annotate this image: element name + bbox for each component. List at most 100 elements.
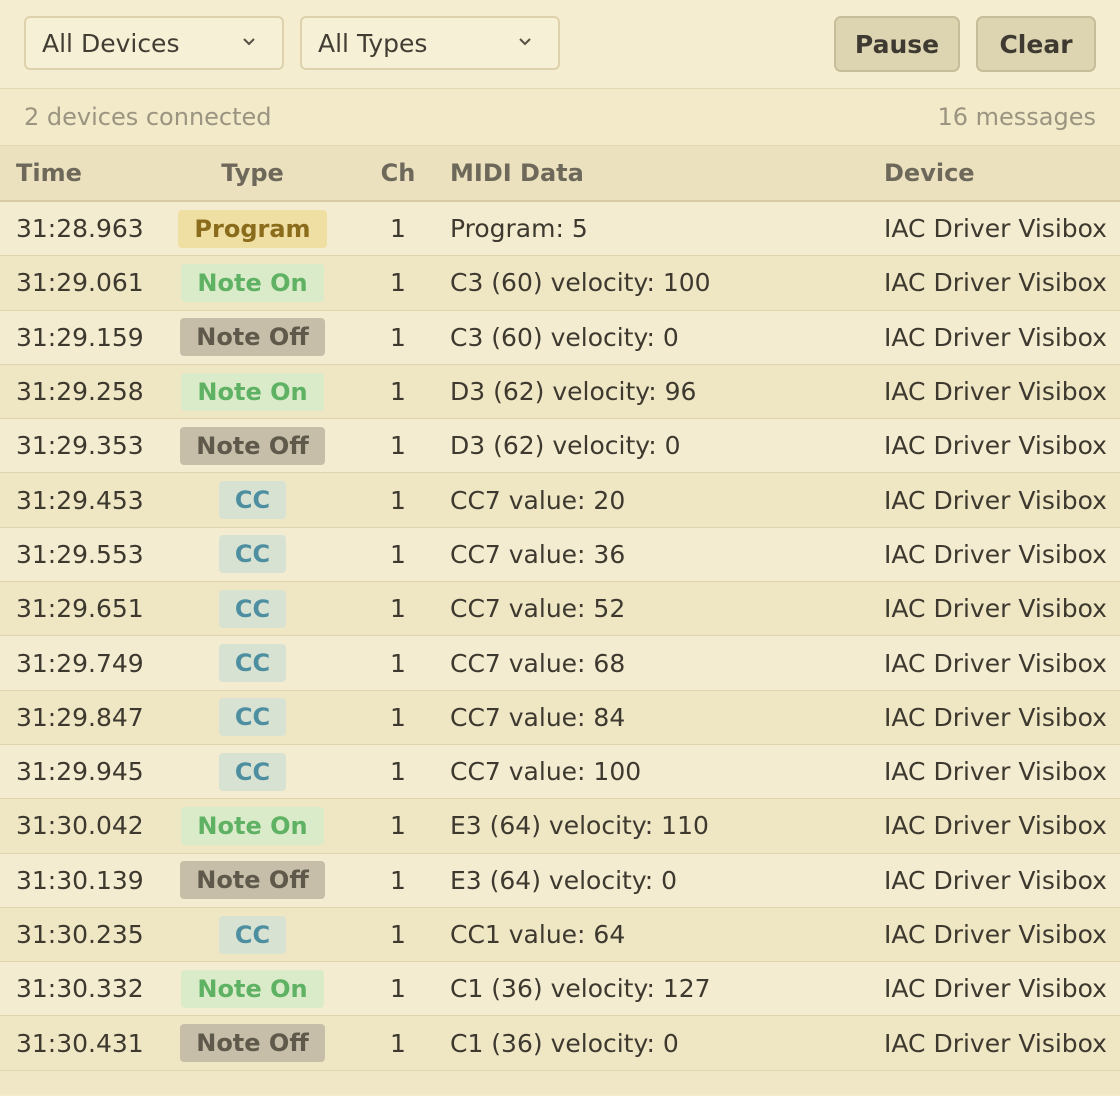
column-header-midi-data[interactable]: MIDI Data (438, 146, 884, 202)
type-filter-select[interactable]: All Types (300, 16, 560, 70)
type-filter-label: All Types (318, 28, 428, 58)
cell-time: 31:29.061 (0, 255, 147, 311)
type-badge: CC (218, 535, 287, 574)
cell-midi-data: CC7 value: 36 (438, 527, 884, 583)
type-badge: Note On (181, 372, 324, 411)
cell-midi-data: E3 (64) velocity: 110 (438, 798, 884, 854)
cell-device: IAC Driver Visibox (884, 418, 1120, 474)
cell-type: CC (147, 581, 358, 637)
cell-time: 31:29.453 (0, 472, 147, 528)
cell-midi-data: C3 (60) velocity: 100 (438, 255, 884, 311)
cell-channel: 1 (358, 1015, 438, 1071)
type-badge: Note Off (180, 318, 325, 357)
cell-channel: 1 (358, 635, 438, 691)
column-header-channel[interactable]: Ch (358, 146, 438, 202)
cell-time: 31:30.139 (0, 853, 147, 908)
type-badge: Note Off (180, 426, 325, 465)
cell-channel: 1 (358, 310, 438, 365)
cell-midi-data: CC7 value: 52 (438, 581, 884, 637)
devices-connected-text: 2 devices connected (24, 103, 272, 131)
device-filter-select[interactable]: All Devices (24, 16, 284, 70)
cell-time: 31:29.258 (0, 364, 147, 420)
cell-device: IAC Driver Visibox (884, 744, 1120, 800)
type-badge: CC (218, 752, 287, 791)
cell-type: Program (147, 201, 358, 257)
table-row[interactable]: 31:29.651 CC 1 CC7 value: 52 IAC Driver Visi… (0, 581, 1120, 637)
cell-midi-data: CC7 value: 84 (438, 690, 884, 745)
status-bar: 2 devices connected 16 messages (0, 89, 1120, 146)
chevron-down-icon (243, 38, 255, 46)
cell-midi-data: E3 (64) velocity: 0 (438, 853, 884, 908)
cell-time: 31:29.847 (0, 690, 147, 745)
table-row[interactable]: 31:29.061 Note On 1 C3 (60) velocity: 100 IA… (0, 255, 1120, 311)
cell-channel: 1 (358, 907, 438, 963)
table-row[interactable]: 31:29.159 Note Off 1 C3 (60) velocity: 0 IAC… (0, 310, 1120, 365)
cell-type: CC (147, 635, 358, 691)
cell-type: Note Off (147, 853, 358, 908)
column-header-type[interactable]: Type (147, 146, 358, 202)
type-badge: CC (218, 644, 287, 683)
cell-device: IAC Driver Visibox (884, 690, 1120, 745)
cell-channel: 1 (358, 472, 438, 528)
cell-type: Note On (147, 364, 358, 420)
cell-type: Note On (147, 961, 358, 1017)
table-row[interactable]: 31:29.847 CC 1 CC7 value: 84 IAC Driver Visi… (0, 690, 1120, 745)
cell-channel: 1 (358, 201, 438, 257)
table-body: 31:28.963 Program 1 Program: 5 IAC Driver Vi… (0, 201, 1120, 1071)
cell-time: 31:29.749 (0, 635, 147, 691)
cell-device: IAC Driver Visibox (884, 798, 1120, 854)
cell-type: CC (147, 527, 358, 583)
message-count-text: 16 messages (937, 103, 1096, 131)
cell-channel: 1 (358, 853, 438, 908)
table-row[interactable]: 31:28.963 Program 1 Program: 5 IAC Driver Vi… (0, 201, 1120, 257)
table-row[interactable]: 31:29.553 CC 1 CC7 value: 36 IAC Driver Visi… (0, 527, 1120, 583)
cell-midi-data: D3 (62) velocity: 96 (438, 364, 884, 420)
cell-time: 31:29.159 (0, 310, 147, 365)
type-badge: Note On (181, 969, 324, 1008)
table-footer (0, 1070, 1120, 1094)
cell-channel: 1 (358, 581, 438, 637)
cell-type: Note On (147, 798, 358, 854)
cell-midi-data: C3 (60) velocity: 0 (438, 310, 884, 365)
device-filter-label: All Devices (42, 28, 180, 58)
table-row[interactable]: 31:29.453 CC 1 CC7 value: 20 IAC Driver Visi… (0, 472, 1120, 528)
column-header-device[interactable]: Device (884, 146, 1120, 202)
table-row[interactable]: 31:29.353 Note Off 1 D3 (62) velocity: 0 IAC… (0, 418, 1120, 474)
table-row[interactable]: 31:30.332 Note On 1 C1 (36) velocity: 127 IA… (0, 961, 1120, 1017)
cell-device: IAC Driver Visibox (884, 527, 1120, 583)
cell-time: 31:29.353 (0, 418, 147, 474)
cell-device: IAC Driver Visibox (884, 581, 1120, 637)
pause-button[interactable]: Pause (834, 16, 960, 72)
cell-midi-data: CC1 value: 64 (438, 907, 884, 963)
table-row[interactable]: 31:29.945 CC 1 CC7 value: 100 IAC Driver Vis… (0, 744, 1120, 800)
cell-type: CC (147, 744, 358, 800)
cell-channel: 1 (358, 744, 438, 800)
cell-channel: 1 (358, 255, 438, 311)
cell-midi-data: C1 (36) velocity: 0 (438, 1015, 884, 1071)
cell-time: 31:28.963 (0, 201, 147, 257)
table-row[interactable]: 31:30.431 Note Off 1 C1 (36) velocity: 0 IAC… (0, 1015, 1120, 1071)
table-row[interactable]: 31:30.042 Note On 1 E3 (64) velocity: 110 IA… (0, 798, 1120, 854)
table-row[interactable]: 31:30.139 Note Off 1 E3 (64) velocity: 0 IAC… (0, 853, 1120, 908)
cell-device: IAC Driver Visibox (884, 201, 1120, 257)
cell-device: IAC Driver Visibox (884, 635, 1120, 691)
table-row[interactable]: 31:29.749 CC 1 CC7 value: 68 IAC Driver Visi… (0, 635, 1120, 691)
table-header-row: Time Type Ch MIDI Data Device (0, 146, 1120, 202)
type-badge: CC (218, 481, 287, 520)
cell-channel: 1 (358, 418, 438, 474)
column-header-time[interactable]: Time (0, 146, 147, 202)
cell-type: CC (147, 690, 358, 745)
cell-time: 31:29.553 (0, 527, 147, 583)
cell-type: CC (147, 472, 358, 528)
clear-button[interactable]: Clear (976, 16, 1096, 72)
cell-channel: 1 (358, 798, 438, 854)
chevron-down-icon (519, 38, 531, 46)
cell-type: CC (147, 907, 358, 963)
table-row[interactable]: 31:29.258 Note On 1 D3 (62) velocity: 96 IAC… (0, 364, 1120, 420)
table-row[interactable]: 31:30.235 CC 1 CC1 value: 64 IAC Driver Visi… (0, 907, 1120, 963)
cell-time: 31:30.431 (0, 1015, 147, 1071)
cell-midi-data: D3 (62) velocity: 0 (438, 418, 884, 474)
cell-time: 31:29.651 (0, 581, 147, 637)
cell-device: IAC Driver Visibox (884, 364, 1120, 420)
cell-device: IAC Driver Visibox (884, 310, 1120, 365)
